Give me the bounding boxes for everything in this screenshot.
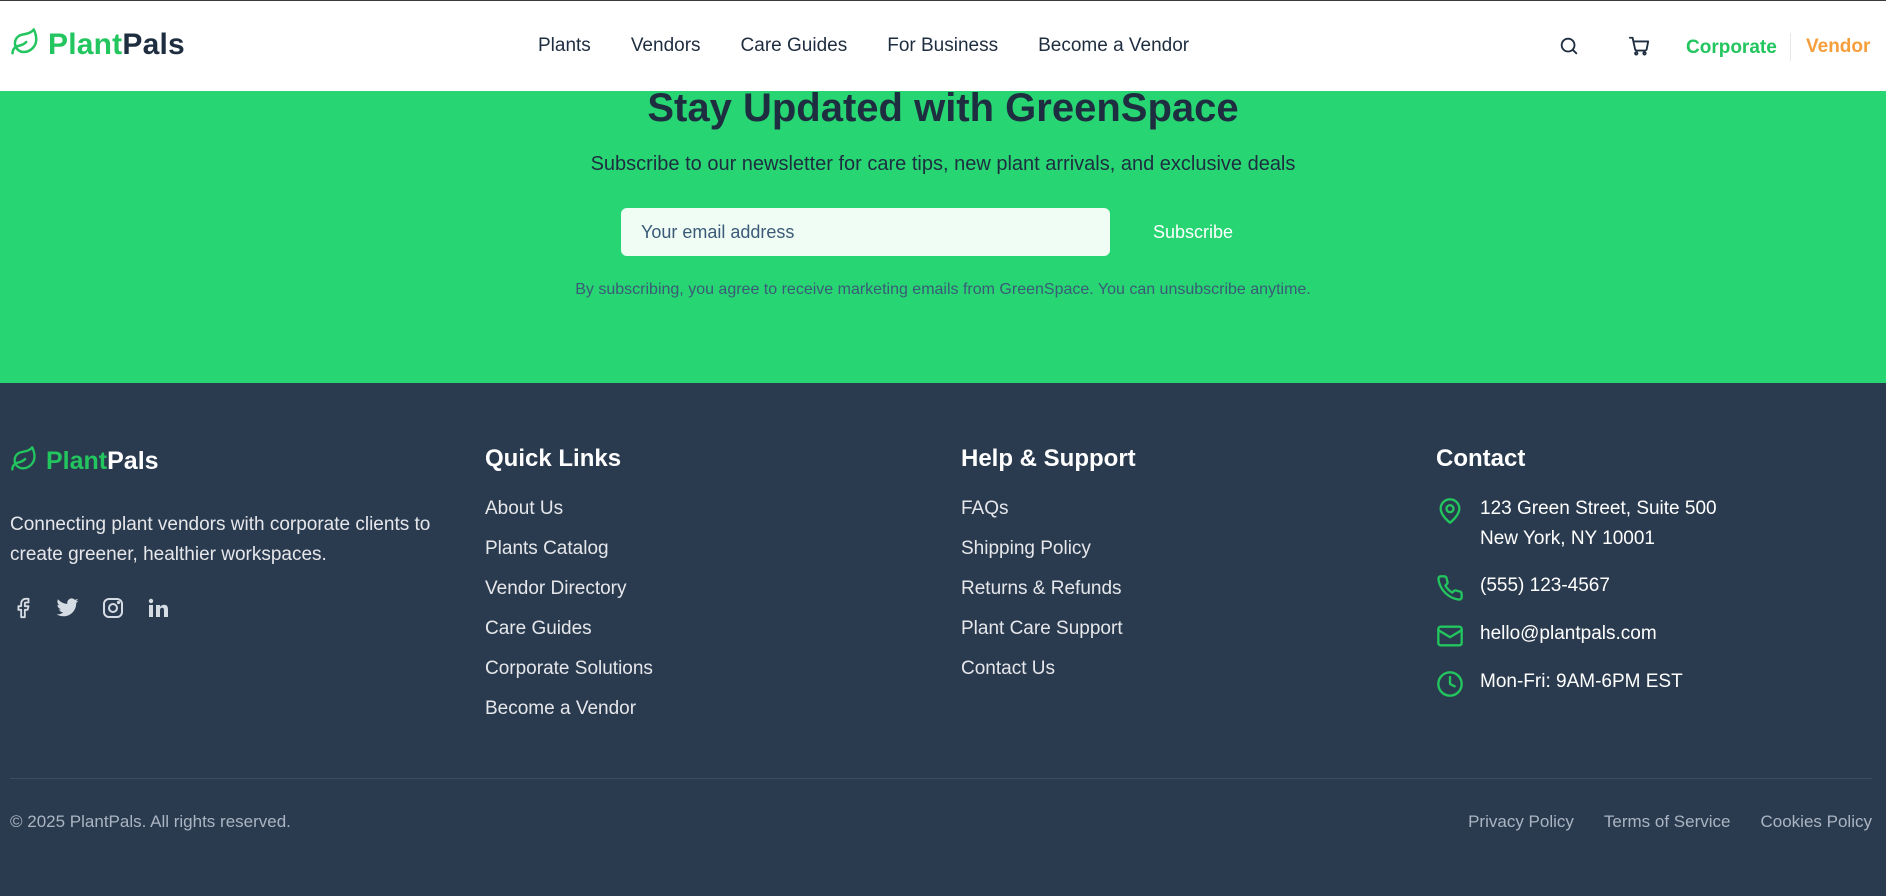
- site-header: PlantPals Plants Vendors Care Guides For…: [0, 0, 1886, 91]
- twitter-icon[interactable]: [55, 595, 80, 620]
- privacy-policy-link[interactable]: Privacy Policy: [1468, 812, 1574, 832]
- brand-logo[interactable]: PlantPals: [10, 27, 185, 62]
- footer-link-vendor-directory[interactable]: Vendor Directory: [485, 578, 627, 599]
- footer-link-become-vendor[interactable]: Become a Vendor: [485, 698, 636, 719]
- cart-icon[interactable]: [1628, 35, 1650, 62]
- map-pin-icon: [1436, 497, 1464, 525]
- legal-links: Privacy Policy Terms of Service Cookies …: [1468, 812, 1872, 832]
- contact-address: 123 Green Street, Suite 500 New York, NY…: [1436, 497, 1717, 554]
- cookies-policy-link[interactable]: Cookies Policy: [1761, 812, 1873, 832]
- site-footer: PlantPals Connecting plant vendors with …: [0, 383, 1886, 896]
- main-nav: Plants Vendors Care Guides For Business …: [538, 35, 1229, 57]
- nav-plants[interactable]: Plants: [538, 35, 591, 57]
- support-title: Help & Support: [961, 445, 1136, 472]
- subscribe-button[interactable]: Subscribe: [1140, 208, 1246, 256]
- clock-icon: [1436, 670, 1464, 698]
- nav-vendors[interactable]: Vendors: [631, 35, 701, 57]
- footer-link-returns[interactable]: Returns & Refunds: [961, 578, 1122, 599]
- footer-link-corporate-solutions[interactable]: Corporate Solutions: [485, 658, 653, 679]
- phone-number[interactable]: (555) 123-4567: [1480, 571, 1610, 601]
- support-column: Help & Support FAQs Shipping Policy Retu…: [961, 445, 1136, 697]
- newsletter-note: By subscribing, you agree to receive mar…: [575, 281, 1311, 298]
- email-input[interactable]: [621, 208, 1110, 256]
- leaf-icon: [10, 27, 40, 62]
- footer-link-care-guides[interactable]: Care Guides: [485, 618, 592, 639]
- nav-become-vendor[interactable]: Become a Vendor: [1038, 35, 1189, 57]
- newsletter-subtitle: Subscribe to our newsletter for care tip…: [590, 153, 1296, 175]
- footer-link-contact[interactable]: Contact Us: [961, 658, 1055, 679]
- terms-of-service-link[interactable]: Terms of Service: [1604, 812, 1731, 832]
- email-address[interactable]: hello@plantpals.com: [1480, 619, 1657, 649]
- footer-link-shipping[interactable]: Shipping Policy: [961, 538, 1091, 559]
- footer-description: Connecting plant vendors with corporate …: [10, 514, 431, 565]
- footer-link-plants-catalog[interactable]: Plants Catalog: [485, 538, 609, 559]
- leaf-icon: [10, 445, 38, 478]
- corporate-link[interactable]: Corporate: [1686, 37, 1777, 59]
- nav-for-business[interactable]: For Business: [887, 35, 998, 57]
- quick-links-column: Quick Links About Us Plants Catalog Vend…: [485, 445, 653, 737]
- footer-brand-logo[interactable]: PlantPals: [10, 445, 159, 478]
- header-divider: [1790, 33, 1791, 61]
- facebook-icon[interactable]: [10, 595, 35, 620]
- footer-divider: [10, 778, 1872, 779]
- business-hours: Mon-Fri: 9AM-6PM EST: [1480, 671, 1683, 692]
- newsletter-section: Stay Updated with GreenSpace Subscribe t…: [0, 86, 1886, 383]
- contact-email: hello@plantpals.com: [1436, 622, 1717, 650]
- footer-brand-name: PlantPals: [46, 447, 159, 475]
- copyright: © 2025 PlantPals. All rights reserved.: [10, 812, 291, 831]
- quick-links-title: Quick Links: [485, 445, 622, 472]
- footer-link-plant-care-support[interactable]: Plant Care Support: [961, 618, 1123, 639]
- vendor-link[interactable]: Vendor: [1806, 36, 1870, 58]
- brand-name: PlantPals: [48, 27, 185, 61]
- contact-hours: Mon-Fri: 9AM-6PM EST: [1436, 670, 1717, 698]
- address-line-2: New York, NY 10001: [1480, 528, 1655, 549]
- social-links: [10, 595, 170, 620]
- footer-link-faqs[interactable]: FAQs: [961, 498, 1009, 519]
- contact-title: Contact: [1436, 445, 1526, 472]
- nav-care-guides[interactable]: Care Guides: [741, 35, 848, 57]
- page: PlantPals Plants Vendors Care Guides For…: [0, 0, 1886, 896]
- newsletter-title: Stay Updated with GreenSpace: [647, 86, 1239, 130]
- contact-phone: (555) 123-4567: [1436, 574, 1717, 602]
- phone-icon: [1436, 574, 1464, 602]
- address-line-1: 123 Green Street, Suite 500: [1480, 498, 1717, 519]
- instagram-icon[interactable]: [100, 595, 125, 620]
- footer-link-about[interactable]: About Us: [485, 498, 563, 519]
- mail-icon: [1436, 622, 1464, 650]
- contact-column: Contact 123 Green Street, Suite 500 New …: [1436, 445, 1717, 718]
- linkedin-icon[interactable]: [145, 595, 170, 620]
- search-icon[interactable]: [1558, 35, 1580, 62]
